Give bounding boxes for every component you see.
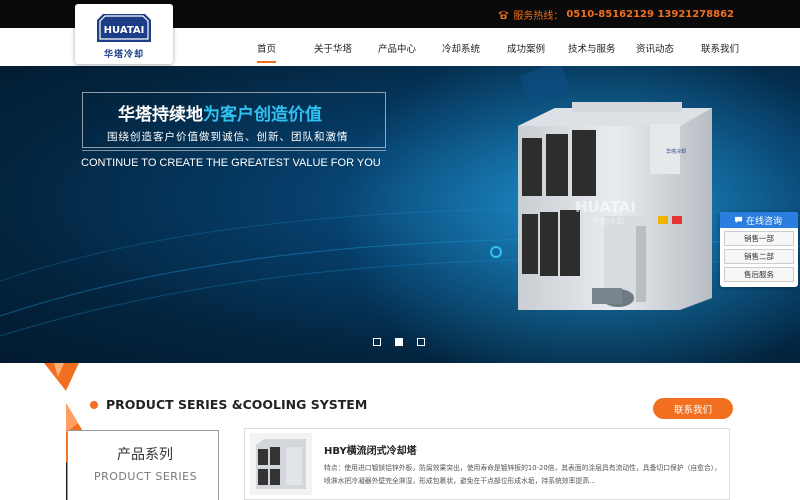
slider-dot-2[interactable] (395, 338, 403, 346)
slider-dot-3[interactable] (417, 338, 425, 346)
nav-item-products[interactable]: 产品中心 (378, 41, 416, 55)
online-consult-widget: 在线咨询 销售一部 销售二部 售后服务 (720, 212, 798, 287)
hero-slogan-main: 华塔持续地为客户创造价值 (118, 100, 322, 125)
chat-sales-dept-2[interactable]: 销售二部 (724, 249, 794, 264)
phone-icon (498, 11, 509, 19)
product-plate-label: 华塔冷却 (666, 148, 686, 155)
product-series-subtitle: PRODUCT SERIES (94, 470, 198, 483)
logo-badge-icon: HUATAI (97, 14, 151, 42)
hero-divider (82, 150, 386, 151)
hotline: 服务热线： 0510-85162129 13921278862 (497, 7, 734, 22)
hotline-label: 服务热线： (513, 11, 564, 22)
contact-us-button[interactable]: 联系我们 (653, 398, 733, 419)
nav-item-home[interactable]: 首页 (257, 41, 277, 63)
product-series-title[interactable]: 产品系列 (117, 444, 173, 464)
logo-caption: 华塔冷却 (103, 50, 144, 60)
site-logo[interactable]: HUATAI 华塔冷却 (75, 4, 173, 64)
chat-sales-dept-1[interactable]: 销售一部 (724, 231, 794, 246)
nav-item-contact[interactable]: 联系我们 (701, 41, 739, 55)
product-thumbnail[interactable] (250, 433, 312, 495)
chat-after-sales[interactable]: 售后服务 (724, 267, 794, 282)
hero-slogan-sub: 围绕创造客户价值做到诚信、创新、团队和激情 (107, 131, 349, 143)
hero-watermark-sub: 华塔冷却 (592, 216, 624, 226)
online-consult-title: 在线咨询 (746, 216, 783, 227)
hero-slogan-highlight: 为客户创造价值 (203, 105, 322, 125)
hero-slogan-main-text: 华塔持续地 (118, 105, 203, 125)
online-consult-header[interactable]: 在线咨询 (720, 212, 798, 228)
slider-pagination (373, 338, 425, 346)
nav-item-cooling-system[interactable]: 冷却系统 (442, 41, 480, 55)
section-title: PRODUCT SERIES &COOLING SYSTEM (106, 397, 368, 412)
hero-slogan-english: CONTINUE TO CREATE THE GREATEST VALUE FO… (81, 157, 381, 169)
nav-item-about[interactable]: 关于华塔 (314, 41, 352, 55)
nav-item-cases[interactable]: 成功案例 (507, 41, 545, 55)
product-series-sidebox (67, 430, 219, 500)
section-title-dot (90, 401, 98, 409)
chat-bubble-icon (734, 216, 743, 224)
nav-item-tech-service[interactable]: 技术与服务 (568, 41, 616, 55)
nav-item-news[interactable]: 资讯动态 (636, 41, 674, 55)
product-card-description: 特点：使用进口镀镁铝锌外板，防腐效果突出，使用寿命是镀锌板的10-20倍，其表面… (324, 464, 721, 485)
product-card-title[interactable]: HBY横流闭式冷却塔 (324, 442, 417, 457)
cooling-tower-image: 华塔冷却 HUATAI 华塔冷却 (518, 102, 712, 310)
logo-badge-text: HUATAI (104, 25, 145, 36)
hotline-numbers: 0510-85162129 13921278862 (566, 9, 734, 20)
hero-watermark: HUATAI (575, 198, 636, 216)
slider-dot-1[interactable] (373, 338, 381, 346)
